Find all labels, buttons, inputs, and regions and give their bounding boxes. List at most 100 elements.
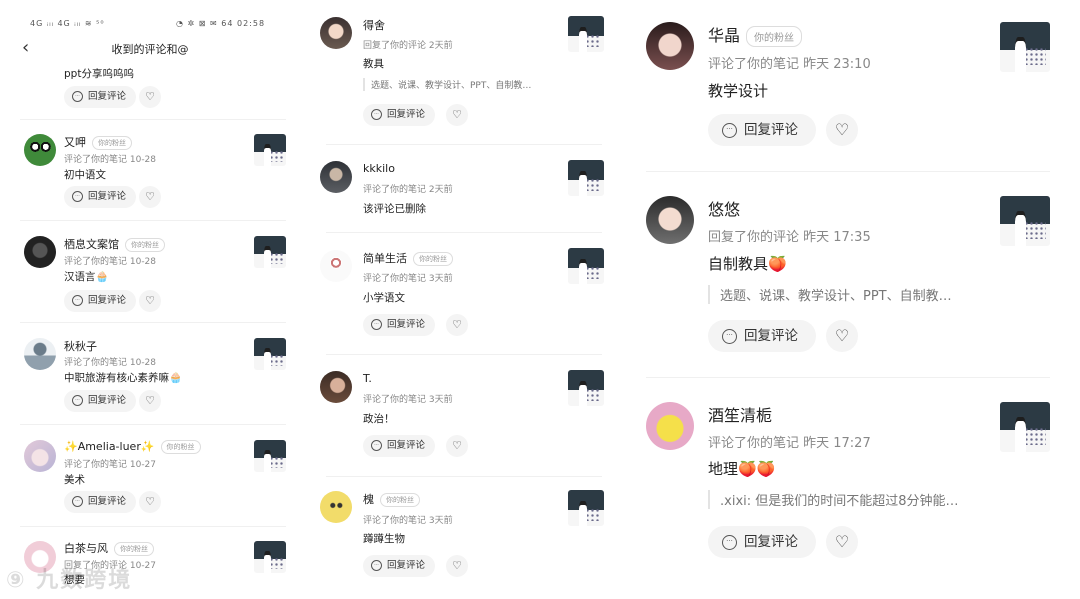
user-name[interactable]: 秋秋子	[64, 338, 97, 354]
comment-meta: 回复了你的评论 昨天 17:35	[708, 230, 871, 245]
avatar[interactable]	[320, 161, 352, 193]
comment-text: 地理🍑🍑	[708, 460, 776, 478]
like-button[interactable]: ♡	[826, 114, 858, 146]
like-button[interactable]: ♡	[139, 86, 161, 108]
avatar[interactable]	[646, 22, 694, 70]
reply-comment-button[interactable]: 回复评论	[64, 86, 137, 108]
user-name[interactable]: 又呷 你的粉丝	[64, 134, 132, 150]
reply-comment-button[interactable]: 回复评论	[64, 186, 137, 208]
reply-label: 回复评论	[88, 191, 127, 202]
quoted-comment: 选题、说课、教学设计、PPT、自制教…	[708, 285, 978, 304]
note-thumbnail[interactable]	[568, 16, 604, 52]
user-name[interactable]: 得舍	[363, 17, 385, 33]
heart-icon: ♡	[452, 559, 462, 572]
user-name[interactable]: kkkilo	[363, 162, 395, 175]
comment-meta: 评论了你的笔记 10-28	[64, 155, 157, 165]
heart-icon: ♡	[145, 90, 155, 103]
like-button[interactable]: ♡	[826, 526, 858, 558]
comment-text: 汉语言🧁	[64, 271, 109, 283]
note-thumbnail[interactable]	[568, 490, 604, 526]
user-name[interactable]: 槐你的粉丝	[363, 491, 420, 507]
like-button[interactable]: ♡	[139, 491, 161, 513]
comments-panel-right: 华晶你的粉丝 评论了你的笔记 昨天 23:10 教学设计 回复评论 ♡ 悠悠 回…	[624, 0, 1080, 599]
fan-badge: 你的粉丝	[92, 136, 132, 150]
comment-text: 教具	[363, 58, 384, 70]
avatar[interactable]	[320, 491, 352, 523]
reply-comment-button[interactable]: 回复评论	[363, 555, 436, 577]
reply-comment-button[interactable]: 回复评论	[708, 526, 816, 558]
reply-comment-button[interactable]: 回复评论	[363, 104, 436, 126]
comment-bubble-icon	[722, 534, 737, 550]
avatar[interactable]	[320, 250, 352, 282]
like-button[interactable]: ♡	[446, 314, 468, 336]
note-thumbnail[interactable]	[254, 134, 286, 166]
like-button[interactable]: ♡	[826, 320, 858, 352]
comment-text: 美术	[64, 474, 85, 486]
heart-icon: ♡	[452, 108, 462, 121]
divider	[20, 526, 286, 527]
note-thumbnail[interactable]	[254, 541, 286, 573]
user-name[interactable]: 华晶 你的粉丝	[708, 22, 803, 47]
divider	[646, 377, 1050, 378]
note-thumbnail[interactable]	[254, 440, 286, 472]
avatar[interactable]	[24, 134, 56, 166]
note-thumbnail[interactable]	[568, 160, 604, 196]
user-name[interactable]: 简单生活 你的粉丝	[363, 250, 453, 266]
heart-icon: ♡	[145, 294, 155, 307]
reply-comment-button[interactable]: 回复评论	[64, 290, 137, 312]
avatar[interactable]	[24, 338, 56, 370]
user-name[interactable]: 酒笙清栀	[708, 402, 772, 426]
reply-comment-button[interactable]: 回复评论	[363, 435, 436, 457]
status-icons: ◔ ✲ ⊠ ✉ 64 02:58	[176, 19, 266, 28]
heart-icon: ♡	[145, 394, 155, 407]
reply-comment-button[interactable]: 回复评论	[64, 390, 137, 412]
note-thumbnail[interactable]	[254, 236, 286, 268]
avatar[interactable]	[320, 371, 352, 403]
like-button[interactable]: ♡	[446, 555, 468, 577]
avatar[interactable]	[320, 17, 352, 49]
page-title: 收到的评论和@	[111, 43, 189, 56]
reply-comment-button[interactable]: 回复评论	[708, 114, 816, 146]
divider	[20, 119, 286, 120]
comment-bubble-icon	[371, 440, 382, 451]
avatar[interactable]	[24, 236, 56, 268]
comment-bubble-icon	[722, 122, 737, 138]
note-thumbnail[interactable]	[568, 370, 604, 406]
reply-comment-button[interactable]: 回复评论	[64, 491, 137, 513]
reply-comment-button[interactable]: 回复评论	[708, 320, 816, 352]
like-button[interactable]: ♡	[446, 435, 468, 457]
user-name[interactable]: 栖息文案馆 你的粉丝	[64, 236, 165, 252]
avatar[interactable]	[646, 402, 694, 450]
user-name[interactable]: 白茶与风 你的粉丝	[64, 540, 154, 556]
divider	[20, 424, 286, 425]
reply-comment-button[interactable]: 回复评论	[363, 314, 436, 336]
note-thumbnail[interactable]	[1000, 196, 1050, 246]
like-button[interactable]: ♡	[139, 290, 161, 312]
avatar[interactable]	[24, 440, 56, 472]
note-thumbnail[interactable]	[1000, 402, 1050, 452]
divider	[20, 322, 286, 323]
like-button[interactable]: ♡	[139, 186, 161, 208]
comments-panel-left: 4G ᵢₗₗ 4G ᵢₗₗ ≋ ⁵⁰ ◔ ✲ ⊠ ✉ 64 02:58 ‹ 收到…	[0, 0, 300, 599]
comment-meta: 评论了你的笔记 10-28	[64, 257, 157, 267]
nav-bar: ‹ 收到的评论和@	[0, 32, 300, 64]
fan-badge: 你的粉丝	[114, 542, 154, 556]
fan-badge: 你的粉丝	[380, 493, 420, 507]
note-thumbnail[interactable]	[1000, 22, 1050, 72]
user-name[interactable]: 悠悠	[708, 196, 740, 220]
avatar[interactable]	[646, 196, 694, 244]
reply-label: 回复评论	[88, 395, 127, 406]
like-button[interactable]: ♡	[446, 104, 468, 126]
note-thumbnail[interactable]	[568, 248, 604, 284]
status-bar: 4G ᵢₗₗ 4G ᵢₗₗ ≋ ⁵⁰ ◔ ✲ ⊠ ✉ 64 02:58	[0, 0, 300, 30]
divider	[326, 144, 602, 145]
like-button[interactable]: ♡	[139, 390, 161, 412]
comment-bubble-icon	[72, 91, 83, 102]
note-thumbnail[interactable]	[254, 338, 286, 370]
user-name[interactable]: T.	[363, 372, 372, 385]
fan-badge: 你的粉丝	[746, 26, 803, 47]
divider	[326, 232, 602, 233]
user-name[interactable]: ✨Amelia-luer✨ 你的粉丝	[64, 440, 201, 454]
fan-badge: 你的粉丝	[160, 440, 201, 454]
quoted-comment: .xixi: 但是我们的时间不能超过8分钟能…	[708, 490, 978, 509]
